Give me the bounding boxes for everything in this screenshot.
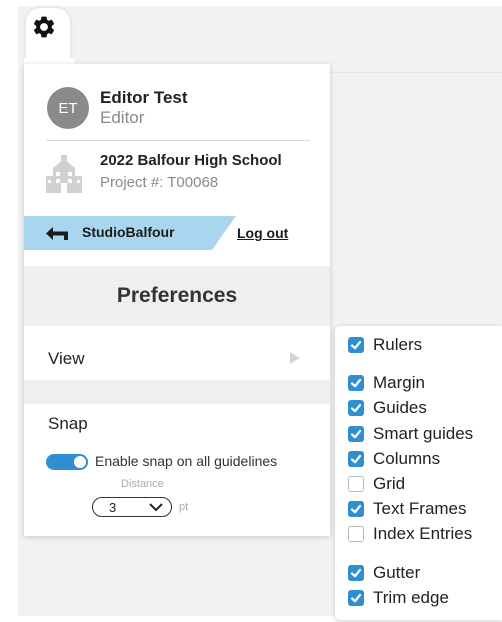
menu-item-label: Gutter (373, 563, 421, 582)
project-name: 2022 Balfour High School (100, 152, 282, 169)
account-preferences-panel: ET Editor Test Editor 2022 Balfour High … (24, 64, 330, 536)
distance-select[interactable]: 3 (92, 497, 172, 517)
menu-item-label: Index Entries (373, 524, 473, 543)
menu-item-index-entries[interactable]: Index Entries (348, 523, 472, 545)
user-name: Editor Test (100, 88, 188, 107)
guides-checkbox[interactable] (348, 400, 364, 416)
menu-item-label: Guides (373, 398, 427, 417)
view-menu-item[interactable]: View (24, 326, 330, 380)
view-options-menu: Rulers Margin Guides Smart guides Column… (335, 326, 502, 620)
menu-item-label: Trim edge (373, 588, 449, 607)
preferences-heading: Preferences (24, 266, 330, 326)
distance-label: Distance (121, 478, 164, 490)
back-arrow-icon (46, 227, 68, 240)
menu-item-margin[interactable]: Margin (348, 372, 425, 394)
menu-item-text-frames[interactable]: Text Frames (348, 498, 467, 520)
check-icon (350, 378, 362, 388)
avatar-initials: ET (58, 99, 78, 117)
grid-checkbox[interactable] (348, 476, 364, 492)
menu-item-columns[interactable]: Columns (348, 448, 440, 470)
columns-checkbox[interactable] (348, 451, 364, 467)
menu-item-label: Grid (373, 474, 406, 493)
view-label: View (48, 349, 85, 368)
snap-toggle-label: Enable snap on all guidelines (95, 453, 278, 469)
chevron-down-icon (149, 503, 163, 512)
margin-checkbox[interactable] (348, 375, 364, 391)
check-icon (350, 504, 362, 514)
distance-unit: pt (179, 501, 189, 513)
gutter-checkbox[interactable] (348, 565, 364, 581)
menu-item-label: Text Frames (373, 499, 467, 518)
menu-item-label: Rulers (373, 335, 423, 354)
rulers-checkbox[interactable] (348, 337, 364, 353)
check-icon (350, 454, 362, 464)
school-icon (46, 155, 82, 193)
toggle-knob (74, 456, 86, 468)
check-icon (350, 593, 362, 603)
text-frames-checkbox[interactable] (348, 501, 364, 517)
logout-link[interactable]: Log out (237, 225, 288, 241)
avatar: ET (47, 87, 89, 129)
check-icon (350, 403, 362, 413)
distance-value: 3 (109, 500, 117, 515)
project-number: Project #: T00068 (100, 174, 219, 191)
snap-toggle[interactable] (46, 454, 88, 470)
snap-label: Snap (48, 414, 88, 433)
divider (46, 140, 310, 141)
menu-item-grid[interactable]: Grid (348, 473, 405, 495)
menu-item-rulers[interactable]: Rulers (348, 334, 422, 356)
canvas-divider (330, 72, 502, 73)
menu-item-label: Smart guides (373, 424, 474, 443)
trim-edge-checkbox[interactable] (348, 590, 364, 606)
view-arrow-icon (290, 352, 300, 364)
check-icon (350, 429, 362, 439)
studio-balfour-button[interactable]: StudioBalfour (24, 216, 236, 250)
index-entries-checkbox[interactable] (348, 526, 364, 542)
menu-item-label: Columns (373, 449, 441, 468)
studio-balfour-label: StudioBalfour (82, 224, 175, 240)
gear-icon[interactable] (31, 14, 57, 40)
check-icon (350, 340, 362, 350)
section-gap (24, 380, 330, 404)
smart-guides-checkbox[interactable] (348, 426, 364, 442)
menu-item-smart-guides[interactable]: Smart guides (348, 423, 473, 445)
menu-item-guides[interactable]: Guides (348, 397, 427, 419)
user-role: Editor (100, 108, 145, 127)
menu-item-gutter[interactable]: Gutter (348, 562, 420, 584)
menu-item-trim-edge[interactable]: Trim edge (348, 587, 449, 609)
menu-item-label: Margin (373, 373, 425, 392)
check-icon (350, 568, 362, 578)
